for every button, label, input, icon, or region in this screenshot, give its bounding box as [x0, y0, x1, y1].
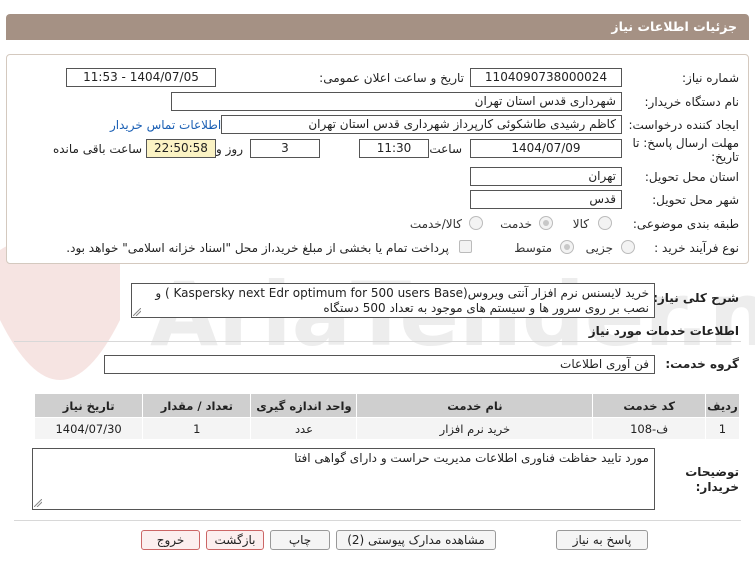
need-description-label: شرح کلی نیاز: [653, 291, 739, 305]
exit-button[interactable]: خروج [141, 530, 200, 550]
category-label: طبقه بندی موضوعی: [632, 217, 739, 231]
creator-field: کاظم رشیدی طاشکوئی کارپرداز شهرداری قدس … [221, 115, 622, 134]
print-button[interactable]: چاپ [270, 530, 330, 550]
creator-label: ایجاد کننده درخواست: [628, 118, 739, 132]
category-radio-goods-service[interactable] [469, 216, 483, 230]
resize-grip-icon[interactable] [34, 499, 42, 507]
purchase-option-minor: جزیی [585, 241, 613, 255]
buyer-org-field: شهرداری قدس استان تهران [171, 92, 622, 111]
deadline-time-label: ساعت [429, 142, 462, 156]
purchase-type-label: نوع فرآیند خرید : [654, 241, 739, 255]
cell-code: ف-108 [592, 417, 706, 440]
col-code-header: کد خدمت [592, 393, 706, 418]
buyer-notes-label: توضیحات [685, 465, 739, 479]
category-radio-service[interactable] [539, 216, 553, 230]
cell-qty: 1 [142, 417, 252, 440]
col-qty-header: تعداد / مقدار [142, 393, 252, 418]
treasury-payment-note: پرداخت تمام یا بخشی از مبلغ خرید،از محل … [66, 241, 449, 255]
province-field: تهران [470, 167, 622, 186]
service-group-label: گروه خدمت: [665, 357, 739, 371]
deadline-date-field: 1404/07/09 [470, 139, 622, 158]
footer-divider [14, 520, 741, 521]
remaining-time-label: ساعت باقی مانده [52, 142, 142, 156]
service-group-field: فن آوری اطلاعات [104, 355, 655, 374]
services-table: ردیف کد خدمت نام خدمت واحد اندازه گیری ت… [33, 393, 741, 440]
need-number-field: 1104090738000024 [470, 68, 622, 87]
category-radio-goods[interactable] [598, 216, 612, 230]
cell-unit: عدد [250, 417, 358, 440]
view-attachments-button[interactable]: مشاهده مدارک پیوستی (2) [336, 530, 496, 550]
category-option-service: خدمت [500, 217, 532, 231]
deadline-date-label: تاریخ: [711, 150, 739, 164]
buyer-org-label: نام دستگاه خریدار: [644, 95, 740, 109]
cell-date: 1404/07/30 [33, 417, 144, 440]
category-option-goods: کالا [572, 217, 589, 231]
purchase-radio-medium[interactable] [560, 240, 574, 254]
purchase-radio-minor[interactable] [621, 240, 635, 254]
table-header-row: ردیف کد خدمت نام خدمت واحد اندازه گیری ت… [33, 393, 741, 418]
need-number-label: شماره نیاز: [682, 71, 739, 85]
days-label: روز و [216, 142, 243, 156]
services-section-title: اطلاعات خدمات مورد نیاز [588, 324, 739, 338]
city-label: شهر محل تحویل: [652, 193, 739, 207]
announce-date-label: تاریخ و ساعت اعلان عمومی: [319, 71, 464, 85]
deadline-label: مهلت ارسال پاسخ: تا [632, 136, 739, 150]
buyer-notes-field: مورد تایید حفاظت فناوری اطلاعات مدیریت ح… [32, 448, 655, 510]
need-description-field: خرید لایسنس نرم افزار آنتی ویروس(Kaspers… [131, 283, 655, 318]
days-remaining-field: 3 [250, 139, 320, 158]
city-field: قدس [470, 190, 622, 209]
province-label: استان محل تحویل: [644, 170, 739, 184]
back-button[interactable]: بازگشت [206, 530, 264, 550]
buyer-contact-link[interactable]: اطلاعات تماس خریدار [110, 118, 221, 132]
resize-grip-icon[interactable] [133, 308, 141, 316]
reply-button[interactable]: پاسخ به نیاز [556, 530, 648, 550]
remaining-time-field: 22:50:58 [146, 139, 216, 158]
cell-row: 1 [704, 417, 741, 440]
purchase-option-medium: متوسط [514, 241, 552, 255]
col-unit-header: واحد اندازه گیری [250, 393, 358, 418]
table-row: 1 ف-108 خرید نرم افزار عدد 1 1404/07/30 [33, 417, 741, 440]
section-divider [14, 341, 741, 342]
page-title: جزئیات اطلاعات نیاز [611, 19, 737, 34]
deadline-time-field: 11:30 [359, 139, 429, 158]
col-row-header: ردیف [704, 393, 741, 418]
col-name-header: نام خدمت [356, 393, 594, 418]
announce-date-field: 1404/07/05 - 11:53 [66, 68, 216, 87]
treasury-payment-checkbox[interactable] [459, 240, 472, 253]
buyer-notes-label-2: خریدار: [695, 480, 739, 494]
category-option-goods-service: کالا/خدمت [409, 217, 462, 231]
cell-name: خرید نرم افزار [356, 417, 594, 440]
page-header: جزئیات اطلاعات نیاز [0, 0, 755, 44]
col-date-header: تاریخ نیاز [33, 393, 144, 418]
